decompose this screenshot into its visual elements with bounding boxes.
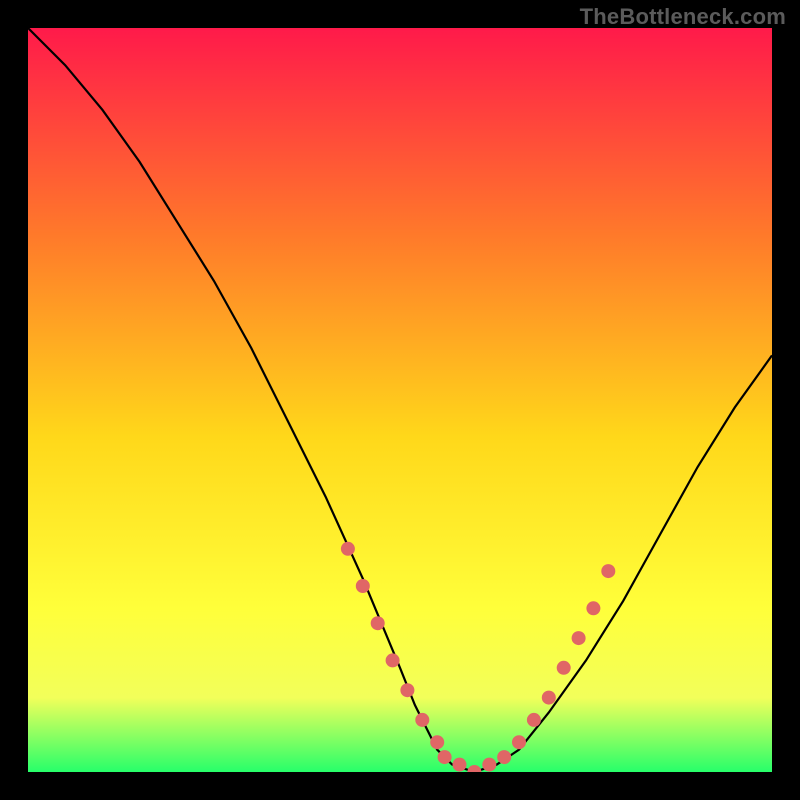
marker-dot — [430, 735, 444, 749]
marker-dot — [341, 542, 355, 556]
marker-dot — [467, 765, 481, 772]
marker-dot — [438, 750, 452, 764]
marker-dot — [386, 653, 400, 667]
curve-layer — [28, 28, 772, 772]
marker-dot — [356, 579, 370, 593]
marker-dot — [400, 683, 414, 697]
marker-dot — [371, 616, 385, 630]
marker-dot — [557, 661, 571, 675]
marker-dot — [586, 601, 600, 615]
plot-area — [28, 28, 772, 772]
marker-band-left — [341, 542, 444, 749]
marker-dot — [512, 735, 526, 749]
attribution-watermark: TheBottleneck.com — [580, 4, 786, 30]
marker-dot — [542, 691, 556, 705]
marker-dot — [453, 758, 467, 772]
bottleneck-curve — [28, 28, 772, 772]
marker-dot — [482, 758, 496, 772]
marker-dot — [601, 564, 615, 578]
marker-dot — [415, 713, 429, 727]
marker-band-right — [512, 564, 615, 749]
marker-dot — [572, 631, 586, 645]
marker-dot — [527, 713, 541, 727]
chart-stage: TheBottleneck.com — [0, 0, 800, 800]
marker-band-flat — [438, 750, 512, 772]
marker-dot — [497, 750, 511, 764]
